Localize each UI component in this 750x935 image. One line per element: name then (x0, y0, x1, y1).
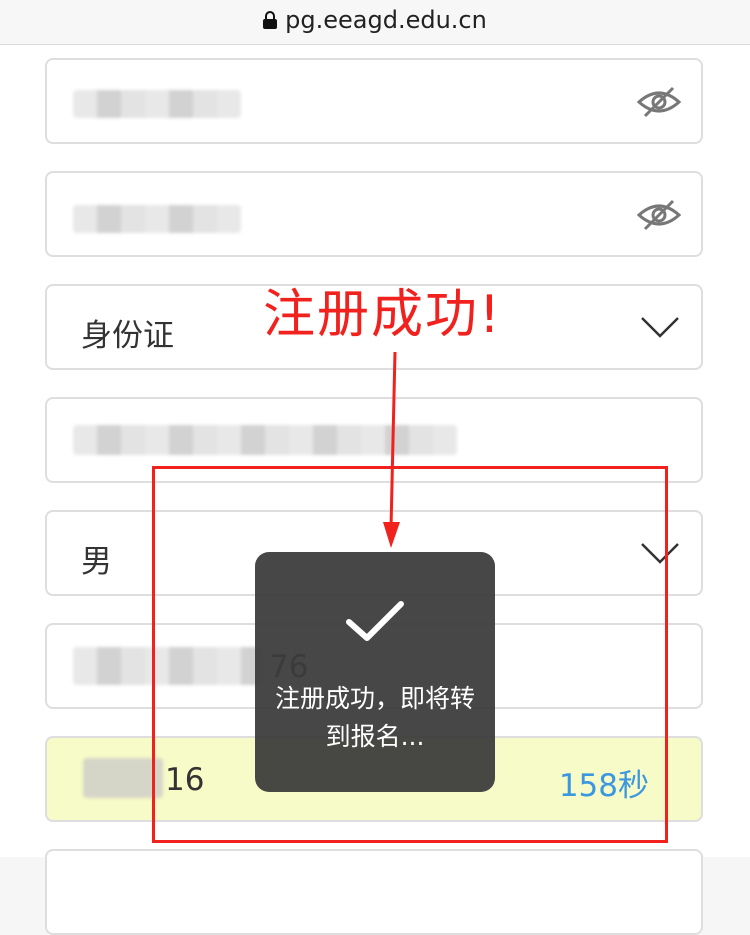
url-text: pg.eeagd.edu.cn (285, 6, 487, 34)
eye-slash-icon[interactable] (637, 84, 681, 120)
eye-slash-icon[interactable] (637, 197, 681, 233)
success-toast: 注册成功，即将转到报名... (255, 552, 495, 792)
masked-value (73, 90, 241, 118)
masked-value (83, 758, 163, 798)
confirm-password-field[interactable] (45, 171, 703, 257)
id-type-value: 身份证 (81, 318, 174, 354)
lock-icon (263, 11, 278, 29)
gender-value: 男 (81, 544, 112, 580)
password-field[interactable] (45, 58, 703, 144)
masked-value (73, 205, 241, 233)
annotation-title: 注册成功! (263, 285, 502, 345)
browser-address-bar[interactable]: pg.eeagd.edu.cn (0, 0, 750, 45)
checkmark-icon (346, 601, 404, 641)
toast-message: 注册成功，即将转到报名... (275, 684, 476, 751)
next-field[interactable] (45, 849, 703, 935)
chevron-down-icon (641, 317, 679, 338)
